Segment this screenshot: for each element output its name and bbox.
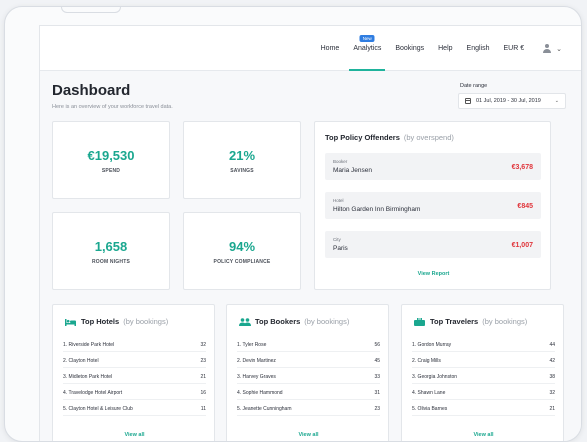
list-item[interactable]: 2. Craig Mills 42 [412,354,555,368]
list-item[interactable]: 2. Devin Martinez 45 [237,354,380,368]
nav-bookings[interactable]: Bookings [395,26,424,71]
view-all-hotels-link[interactable]: View all [53,432,216,438]
device-tab [61,7,121,13]
people-icon [239,317,251,326]
date-range-picker[interactable]: 01 Jul, 2019 - 30 Jul, 2019 ⌄ [458,93,566,109]
list-item[interactable]: 1. Riverside Park Hotel 32 [63,338,206,352]
offender-amount: €845 [517,203,533,210]
list-item[interactable]: 3. Georgia Johnston 38 [412,370,555,384]
user-icon [542,43,552,54]
panel-title: Top Travelers (by bookings) [414,317,527,326]
view-all-bookers-link[interactable]: View all [227,432,390,438]
device-frame: Home New Analytics Bookings Help English… [4,6,582,442]
list-item[interactable]: 1. Gordon Murray 44 [412,338,555,352]
offender-type: Booker [333,159,348,164]
new-badge: New [359,35,375,42]
list-item[interactable]: 5. Jeanette Cunningham 23 [237,402,380,416]
suitcase-icon [414,317,425,326]
offender-type: Hotel [333,198,344,203]
nav-currency-label: EUR € [503,45,525,52]
offender-amount: €1,007 [511,242,533,249]
user-menu[interactable]: ⌄ [542,43,562,54]
nav-help[interactable]: Help [438,26,452,71]
app-screen: Home New Analytics Bookings Help English… [39,25,581,441]
list-item[interactable]: 1. Tyler Rose 56 [237,338,380,352]
nav-analytics[interactable]: New Analytics [349,26,386,71]
nav-home[interactable]: Home [321,26,340,71]
page-subtitle: Here is an overview of your workforce tr… [52,104,173,110]
stat-card-savings: 21% SAVINGS [183,121,301,199]
stat-value: €19,530 [87,148,135,163]
list-item[interactable]: 4. Sophie Hammond 31 [237,386,380,400]
list-item[interactable]: 3. Harvey Graves 33 [237,370,380,384]
nav-bookings-label: Bookings [395,45,425,52]
date-range-value: 01 Jul, 2019 - 30 Jul, 2019 [476,98,541,104]
list-item[interactable]: 2. Clayton Hotel 23 [63,354,206,368]
list-item[interactable]: 3. Midleton Park Hotel 21 [63,370,206,384]
nav-language[interactable]: English [467,26,490,71]
stat-value: 94% [228,239,256,254]
offender-name: Maria Jensen [333,167,373,174]
offender-row-booker[interactable]: Booker Maria Jensen €3,678 [325,153,541,180]
stat-card-room-nights: 1,658 ROOM NIGHTS [52,212,170,290]
offender-amount: €3,678 [511,164,533,171]
policy-offenders-panel: Top Policy Offenders (by overspend) Booke… [314,121,551,290]
calendar-icon [465,98,471,104]
date-range-label: Date range [460,83,488,89]
stat-label: ROOM NIGHTS [91,259,131,265]
bed-icon [65,318,76,326]
list-item[interactable]: 5. Olivia Barnes 21 [412,402,555,416]
nav-language-label: English [466,45,490,52]
list-item[interactable]: 5. Clayton Hotel & Leisure Club 11 [63,402,206,416]
list-item[interactable]: 4. Travelodge Hotel Airport 16 [63,386,206,400]
view-all-travelers-link[interactable]: View all [402,432,565,438]
chevron-down-icon: ⌄ [554,98,559,104]
stat-card-policy-compliance: 94% POLICY COMPLIANCE [183,212,301,290]
top-travelers-panel: Top Travelers (by bookings) 1. Gordon Mur… [401,304,565,441]
top-nav: Home New Analytics Bookings Help English… [40,26,581,71]
nav-help-label: Help [438,45,453,52]
panel-title: Top Hotels (by bookings) [65,317,168,326]
nav-currency[interactable]: EUR € [504,26,525,71]
stat-label: POLICY COMPLIANCE [213,259,271,265]
offender-row-hotel[interactable]: Hotel Hilton Garden Inn Birmingham €845 [325,192,541,219]
nav-home-label: Home [320,45,340,52]
stat-value: 1,658 [94,239,128,254]
offender-row-city[interactable]: City Paris €1,007 [325,231,541,258]
offender-name: Hilton Garden Inn Birmingham [333,206,421,213]
nav-analytics-label: Analytics [353,45,382,52]
top-hotels-panel: Top Hotels (by bookings) 1. Riverside Par… [52,304,216,441]
nav-items: Home New Analytics Bookings Help English… [307,26,562,71]
list-item[interactable]: 4. Shawn Lane 32 [412,386,555,400]
stat-label: SPEND [101,168,121,174]
panel-title: Top Bookers (by bookings) [239,317,349,326]
top-bookers-panel: Top Bookers (by bookings) 1. Tyler Rose 56… [226,304,390,441]
stat-card-spend: €19,530 SPEND [52,121,170,199]
stat-value: 21% [228,148,256,163]
offender-type: City [333,237,341,242]
page-title: Dashboard [52,82,131,99]
chevron-down-icon: ⌄ [556,45,562,53]
offender-name: Paris [333,245,348,252]
view-report-link[interactable]: View Report [315,271,552,277]
panel-title: Top Policy Offenders (by overspend) [325,133,454,142]
stat-label: SAVINGS [230,168,254,174]
